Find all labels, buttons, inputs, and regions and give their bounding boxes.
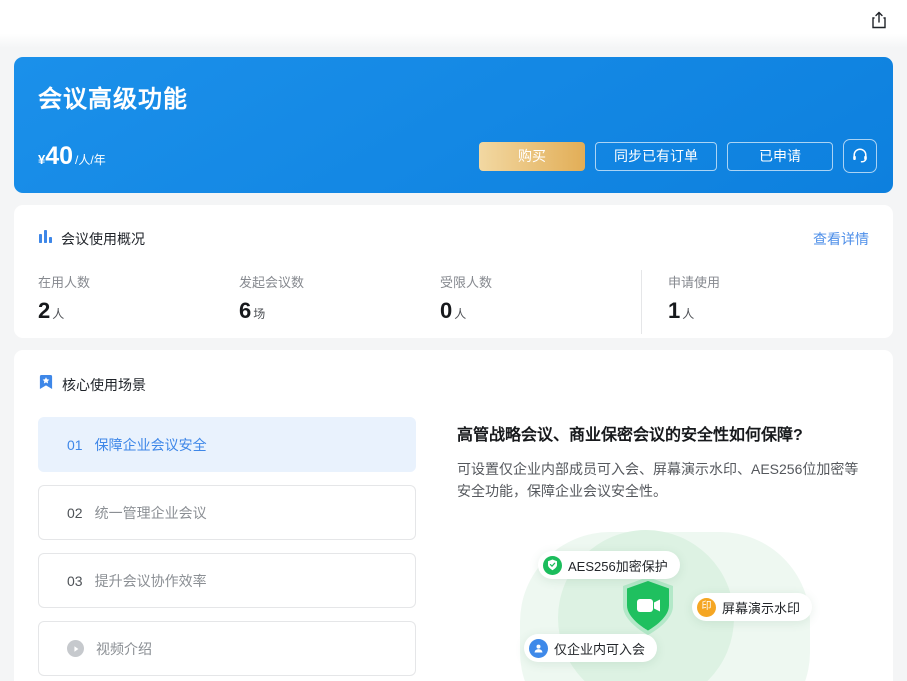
badge-internal-only: 仅企业内可入会 <box>524 634 657 662</box>
stat-unit: 人 <box>682 307 694 321</box>
video-intro-label: 视频介绍 <box>96 639 152 659</box>
scenario-label: 保障企业会议安全 <box>95 435 207 455</box>
badge-label: 仅企业内可入会 <box>554 639 645 658</box>
stat-unit: 人 <box>454 307 466 321</box>
buy-button[interactable]: 购买 <box>479 142 585 171</box>
scenario-label: 提升会议协作效率 <box>95 571 207 591</box>
play-icon <box>67 640 84 657</box>
support-button[interactable] <box>843 139 877 173</box>
scenario-number: 03 <box>67 573 83 589</box>
detail-description: 可设置仅企业内部成员可入会、屏幕演示水印、AES256位加密等安全功能，保障企业… <box>457 458 869 502</box>
applied-button[interactable]: 已申请 <box>727 142 833 171</box>
bar-chart-icon <box>38 229 53 249</box>
stat-restricted-users: 受限人数 0人 <box>440 272 641 324</box>
video-intro-item[interactable]: 视频介绍 <box>38 621 416 676</box>
scenario-label: 统一管理企业会议 <box>95 503 207 523</box>
view-details-link[interactable]: 查看详情 <box>813 229 869 249</box>
stat-value: 6 <box>239 298 251 323</box>
core-scenarios-card: 核心使用场景 01 保障企业会议安全 02 统一管理企业会议 03 提升会议协作… <box>14 350 893 681</box>
stamp-glyph: 印 <box>702 602 712 612</box>
stat-value: 0 <box>440 298 452 323</box>
top-bar <box>0 0 907 48</box>
share-icon <box>869 10 889 35</box>
scenario-item-management[interactable]: 02 统一管理企业会议 <box>38 485 416 540</box>
usage-overview-card: 会议使用概况 查看详情 在用人数 2人 发起会议数 6场 受限人数 0人 申请使… <box>14 205 893 338</box>
price-currency: ¥ <box>38 152 45 167</box>
detail-heading: 高管战略会议、商业保密会议的安全性如何保障? <box>457 421 869 445</box>
price-value: 40 <box>45 144 73 169</box>
badge-watermark: 印 屏幕演示水印 <box>692 593 812 621</box>
scenario-list: 01 保障企业会议安全 02 统一管理企业会议 03 提升会议协作效率 视频介绍 <box>38 417 416 681</box>
price-unit: /人/年 <box>75 151 106 168</box>
badge-aes256: AES256加密保护 <box>538 551 680 579</box>
share-button[interactable] <box>868 11 890 33</box>
bookmark-star-icon <box>38 374 54 395</box>
scenario-number: 01 <box>67 437 83 453</box>
stat-active-users: 在用人数 2人 <box>38 272 239 324</box>
stat-unit: 人 <box>52 307 64 321</box>
badge-label: AES256加密保护 <box>568 556 668 575</box>
stats-divider <box>641 270 642 334</box>
scenarios-title: 核心使用场景 <box>62 375 146 395</box>
banner-actions: 购买 同步已有订单 已申请 <box>479 139 877 173</box>
scenario-item-efficiency[interactable]: 03 提升会议协作效率 <box>38 553 416 608</box>
product-banner: 会议高级功能 ¥ 40 /人/年 购买 同步已有订单 已申请 <box>14 57 893 193</box>
stat-meetings-started: 发起会议数 6场 <box>239 272 440 324</box>
usage-title: 会议使用概况 <box>61 229 145 249</box>
badge-label: 屏幕演示水印 <box>722 598 800 617</box>
sync-orders-button[interactable]: 同步已有订单 <box>595 142 717 171</box>
stat-applied-users: 申请使用 1人 <box>668 272 869 324</box>
page-title: 会议高级功能 <box>38 79 877 114</box>
person-icon <box>529 639 548 658</box>
usage-stats: 在用人数 2人 发起会议数 6场 受限人数 0人 申请使用 1人 <box>38 272 869 334</box>
stat-unit: 场 <box>253 307 265 321</box>
scenario-number: 02 <box>67 505 83 521</box>
headset-icon <box>851 146 869 167</box>
shield-check-icon <box>543 556 562 575</box>
stat-value: 1 <box>668 298 680 323</box>
scenario-item-security[interactable]: 01 保障企业会议安全 <box>38 417 416 472</box>
stat-value: 2 <box>38 298 50 323</box>
price: ¥ 40 /人/年 <box>38 144 106 169</box>
security-illustration: AES256加密保护 印 屏幕演示水印 仅企业内可入会 <box>504 532 824 681</box>
stamp-icon: 印 <box>697 598 716 617</box>
